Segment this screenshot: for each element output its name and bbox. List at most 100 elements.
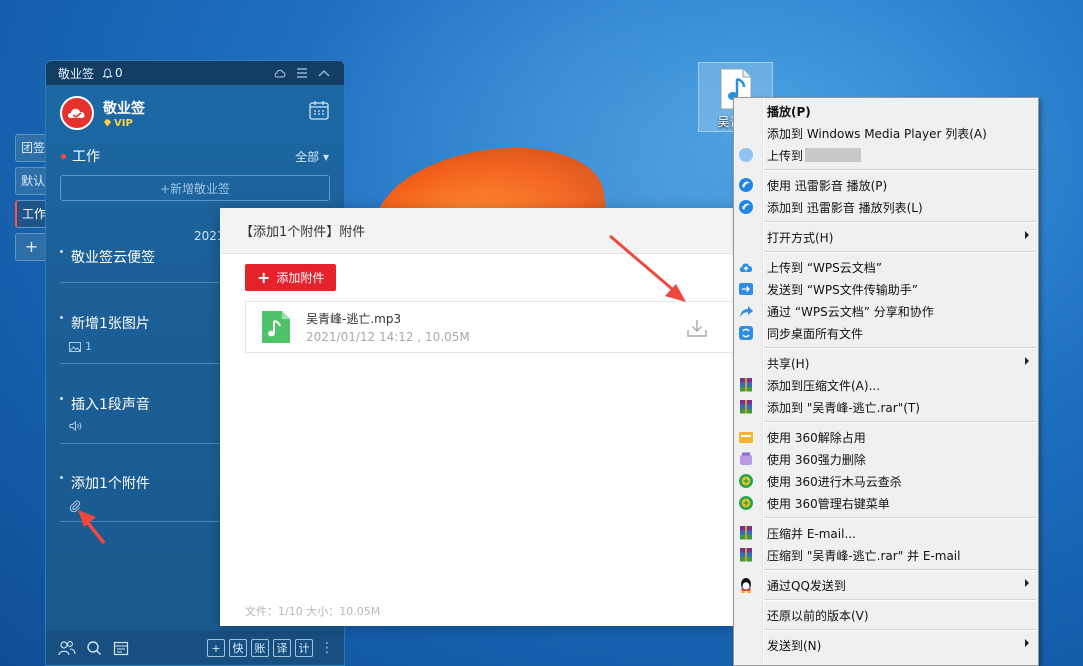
- note-side-tabs: 团签 默认 工作 +: [15, 134, 47, 266]
- submenu-arrow-icon: [1025, 579, 1029, 587]
- note-title: 添加1个附件: [71, 476, 150, 492]
- side-tab-work[interactable]: 工作: [15, 200, 47, 228]
- menu-item-xunlei-play[interactable]: 使用 迅雷影音 播放(P): [734, 174, 1038, 196]
- vip-badge: VIP: [103, 118, 145, 129]
- menu-item-compress-email[interactable]: 压缩并 E-mail...: [734, 522, 1038, 544]
- menu-separator: [734, 218, 1038, 226]
- notification-count: 0: [115, 66, 123, 80]
- wps-sync-icon: [739, 326, 753, 340]
- notification-bell[interactable]: 0: [102, 66, 123, 80]
- note-bullet: [60, 397, 63, 400]
- filter-label: 全部: [295, 149, 320, 164]
- add-attachment-button[interactable]: + 添加附件: [245, 264, 337, 291]
- attachment-panel-header: 【添加1个附件】附件: [220, 208, 735, 254]
- blurred-text: [805, 148, 862, 162]
- menu-separator: [734, 514, 1038, 522]
- avatar[interactable]: [60, 96, 94, 130]
- note-item[interactable]: 添加1个附件: [60, 473, 234, 522]
- menu-item-label: 使用 360强力删除: [767, 452, 866, 467]
- account-button[interactable]: 账: [251, 639, 269, 657]
- menu-item-wps-sync[interactable]: 同步桌面所有文件: [734, 322, 1038, 344]
- note-item[interactable]: 新增1张图片 1: [60, 313, 234, 364]
- search-icon[interactable]: [85, 639, 103, 657]
- menu-item-label: 使用 360管理右键菜单: [767, 496, 890, 511]
- section-dot: [61, 153, 66, 159]
- menu-separator: [734, 418, 1038, 426]
- sync-cloud-icon[interactable]: [272, 65, 288, 81]
- menu-item-add-rar[interactable]: 添加到 "吴青峰-逃亡.rar"(T): [734, 396, 1038, 418]
- note-item[interactable]: 敬业签云便签: [60, 247, 234, 283]
- menu-item-label: 共享(H): [767, 356, 810, 371]
- menu-item-label: 通过QQ发送到: [767, 578, 846, 593]
- new-note-button[interactable]: +新增敬业签: [60, 175, 330, 201]
- note-titlebar: 敬业签 0: [46, 61, 344, 85]
- menu-item-label: 添加到压缩文件(A)...: [767, 378, 881, 393]
- note-item[interactable]: 插入1段声音: [60, 394, 234, 444]
- menu-item-wps-upload[interactable]: 上传到 “WPS云文档”: [734, 256, 1038, 278]
- menu-item-360-delete[interactable]: 使用 360强力删除: [734, 448, 1038, 470]
- menu-item-restore-versions[interactable]: 还原以前的版本(V): [734, 604, 1038, 626]
- menu-item-label: 上传到 “WPS云文档”: [767, 260, 882, 275]
- menu-item-360-unlock[interactable]: 使用 360解除占用: [734, 426, 1038, 448]
- user-name: 敬业签: [103, 100, 145, 117]
- calendar-icon[interactable]: [308, 99, 330, 121]
- menu-separator: [734, 566, 1038, 574]
- delete-360-icon: [740, 452, 752, 465]
- menu-item-share[interactable]: 共享(H): [734, 352, 1038, 374]
- scan-360-icon: [739, 474, 753, 488]
- menu-item-360-menu[interactable]: 使用 360管理右键菜单: [734, 492, 1038, 514]
- attachment-file-name: 吴青峰-逃亡.mp3: [306, 312, 402, 326]
- wps-cloud-icon: [739, 263, 753, 272]
- download-icon[interactable]: [687, 319, 707, 337]
- submenu-arrow-icon: [1025, 639, 1029, 647]
- contacts-icon[interactable]: [58, 639, 76, 657]
- menu-item-add-archive[interactable]: 添加到压缩文件(A)...: [734, 374, 1038, 396]
- xunlei-icon: [739, 200, 753, 214]
- menu-item-compress-rar-email[interactable]: 压缩到 "吴青峰-逃亡.rar" 并 E-mail: [734, 544, 1038, 566]
- menu-item-send-to[interactable]: 发送到(N): [734, 634, 1038, 656]
- menu-item-xunlei-playlist[interactable]: 添加到 迅雷影音 播放列表(L): [734, 196, 1038, 218]
- calculator-button[interactable]: 计: [295, 639, 313, 657]
- plus-icon: +: [257, 267, 271, 287]
- filter-dropdown[interactable]: 全部 ▾: [295, 148, 329, 165]
- menu-item-add-wmp[interactable]: 添加到 Windows Media Player 列表(A): [734, 122, 1038, 144]
- note-app-title: 敬业签: [58, 66, 95, 81]
- wps-send-icon: [739, 283, 753, 295]
- more-vertical-icon[interactable]: ⋮: [320, 640, 334, 656]
- winrar-icon: [740, 400, 752, 414]
- side-tab-team[interactable]: 团签: [15, 134, 47, 162]
- menu-item-label: 压缩并 E-mail...: [767, 526, 856, 541]
- menu-item-label: 添加到 Windows Media Player 列表(A): [767, 126, 987, 141]
- attachment-file-row[interactable]: 吴青峰-逃亡.mp3 2021/01/12 14:12 , 10.05M: [245, 301, 735, 353]
- attachment-file-meta: 2021/01/12 14:12 , 10.05M: [306, 330, 470, 344]
- menu-item-label: 同步桌面所有文件: [767, 326, 864, 341]
- menu-item-360-scan[interactable]: 使用 360进行木马云查杀: [734, 470, 1038, 492]
- menu-item-wps-share[interactable]: 通过 “WPS云文档” 分享和协作: [734, 300, 1038, 322]
- translate-button[interactable]: 译: [273, 639, 291, 657]
- wps-share-icon: [740, 306, 753, 317]
- menu-item-wps-send[interactable]: 发送到 “WPS文件传输助手”: [734, 278, 1038, 300]
- note-title: 敬业签云便签: [71, 250, 155, 266]
- menu-separator: [734, 626, 1038, 634]
- menu-item-label: 播放(P): [767, 104, 811, 119]
- menu-item-qq-send[interactable]: 通过QQ发送到: [734, 574, 1038, 596]
- collapse-chevron-icon[interactable]: [316, 65, 332, 81]
- side-tab-add-button[interactable]: +: [15, 233, 47, 261]
- menu-separator: [734, 596, 1038, 604]
- quick-button[interactable]: 快: [229, 639, 247, 657]
- paperclip-icon: [69, 500, 80, 512]
- note-bottom-toolbar: + 快 账 译 计 ⋮: [46, 631, 344, 665]
- section-name: 工作: [72, 149, 100, 165]
- note-title: 插入1段声音: [71, 397, 150, 413]
- calendar-small-icon[interactable]: [112, 639, 130, 657]
- submenu-arrow-icon: [1025, 231, 1029, 239]
- speaker-icon: [69, 421, 82, 431]
- quick-add-button[interactable]: +: [207, 639, 225, 657]
- menu-item-upload[interactable]: 上传到: [734, 144, 1038, 166]
- submenu-arrow-icon: [1025, 357, 1029, 365]
- menu-icon[interactable]: [294, 65, 310, 81]
- menu-item-open-with[interactable]: 打开方式(H): [734, 226, 1038, 248]
- menu-item-play[interactable]: 播放(P): [734, 100, 1038, 122]
- side-tab-default[interactable]: 默认: [15, 167, 47, 195]
- context-menu: 播放(P) 添加到 Windows Media Player 列表(A) 上传到…: [733, 97, 1039, 666]
